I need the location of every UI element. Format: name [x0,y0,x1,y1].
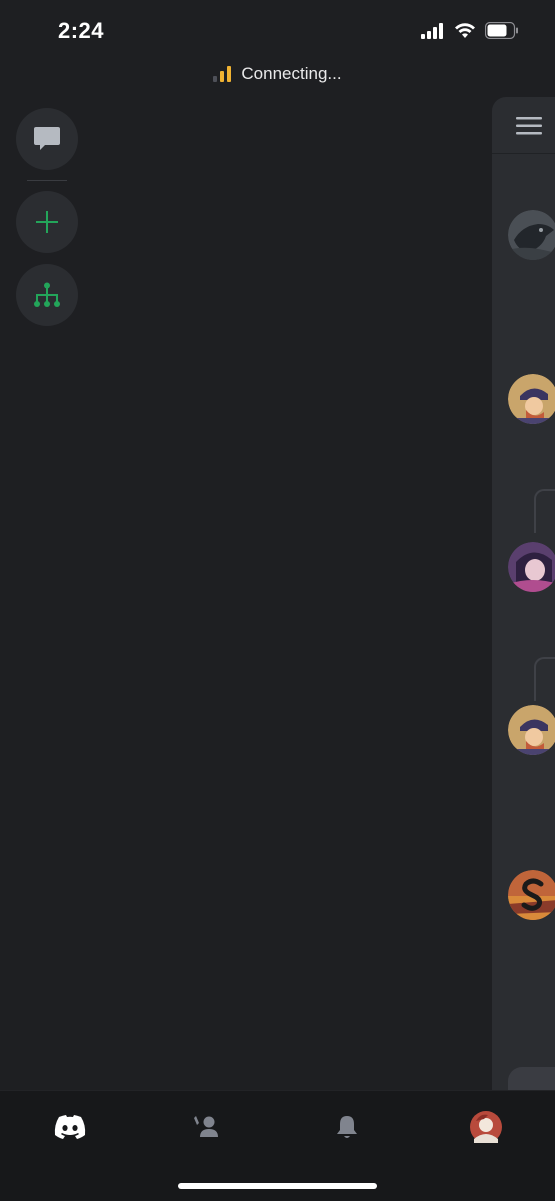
avatar-hat-character-2[interactable] [508,705,555,755]
connection-status: Connecting... [0,62,555,86]
menu-icon[interactable] [516,117,542,135]
hierarchy-icon [34,282,60,307]
avatar-hat-character[interactable] [508,374,555,424]
nav-friends[interactable] [181,1107,231,1147]
hat-character-2-avatar-image [508,705,555,755]
dm-panel-header [492,97,555,154]
battery-icon [485,22,518,39]
user-avatar [470,1111,502,1143]
bell-icon [337,1116,357,1138]
friends-wave-icon [194,1116,218,1137]
purple-hair-avatar-image [508,542,555,592]
discover-servers-button[interactable] [16,264,78,326]
plus-icon [36,211,58,233]
avatar-crow[interactable] [508,210,555,260]
nav-home[interactable] [45,1107,95,1147]
add-server-button[interactable] [16,191,78,253]
s-logo-avatar-image [508,870,555,920]
rail-separator [27,180,67,181]
thread-connector [534,489,555,533]
status-time: 2:24 [58,18,105,43]
thread-connector-2 [534,657,555,701]
crow-avatar-image [508,210,555,260]
direct-messages-button[interactable] [16,108,78,170]
hat-character-avatar-image [508,374,555,424]
chat-bubble-icon [34,127,60,150]
status-bar: 2:24 [0,0,555,62]
system-icons [421,22,519,39]
discord-icon [54,1115,86,1139]
wifi-icon [455,22,475,38]
connection-status-text: Connecting... [241,64,342,83]
avatar-purple-hair[interactable] [508,542,555,592]
connection-strength-icon [213,66,232,82]
dm-panel [492,97,555,1100]
nav-profile[interactable] [461,1107,511,1147]
avatar-s-logo[interactable] [508,870,555,920]
cellular-signal-icon [421,22,443,39]
nav-notifications[interactable] [322,1107,372,1147]
home-indicator[interactable] [178,1183,377,1189]
